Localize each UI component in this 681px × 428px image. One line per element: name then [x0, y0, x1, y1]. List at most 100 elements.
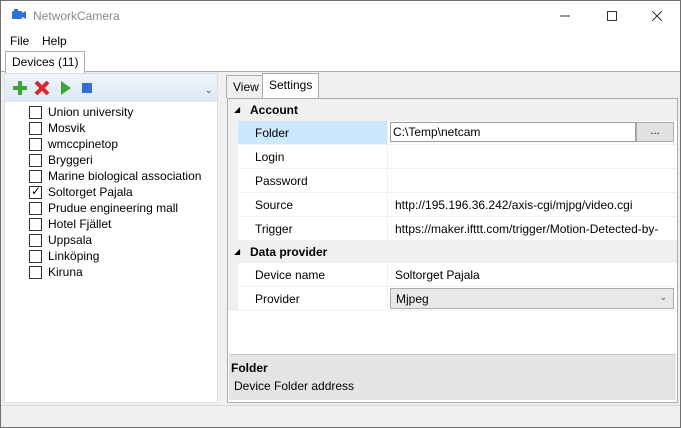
property-name[interactable]: Folder: [238, 121, 388, 144]
device-list: Union university Mosvik wmccpinetop Bryg…: [29, 104, 201, 280]
add-icon[interactable]: [12, 80, 28, 96]
property-name[interactable]: Password: [238, 169, 388, 192]
camera-icon: [12, 9, 26, 19]
list-item[interactable]: Linköping: [29, 248, 201, 264]
property-row-provider[interactable]: Provider Mjpeg ⌄: [228, 287, 677, 311]
property-name[interactable]: Provider: [238, 287, 388, 310]
list-item[interactable]: Uppsala: [29, 232, 201, 248]
device-checkbox[interactable]: [29, 217, 42, 231]
list-item[interactable]: Union university: [29, 104, 201, 120]
maximize-icon: [607, 11, 617, 21]
device-name-value[interactable]: Soltorget Pajala: [388, 263, 677, 286]
device-label: Union university: [48, 105, 134, 119]
device-label: Uppsala: [48, 233, 93, 247]
close-icon: [652, 11, 662, 21]
device-label: Hotel Fjället: [48, 217, 112, 231]
device-checkbox[interactable]: [29, 105, 42, 119]
list-item[interactable]: Kiruna: [29, 264, 201, 280]
source-value[interactable]: http://195.196.36.242/axis-cgi/mjpg/vide…: [388, 193, 677, 216]
chevron-down-icon: ⌄: [659, 292, 667, 302]
property-row-device-name[interactable]: Device name Soltorget Pajala: [228, 263, 677, 287]
description-title: Folder: [231, 361, 268, 375]
app-window: NetworkCamera File Help Devices (11) ⌄ U…: [0, 0, 681, 428]
tab-devices[interactable]: Devices (11): [5, 51, 86, 73]
maximize-button[interactable]: [589, 1, 635, 31]
device-checkbox[interactable]: [29, 137, 42, 151]
menu-bar: File Help: [1, 31, 680, 51]
list-item[interactable]: wmccpinetop: [29, 136, 201, 152]
folder-input[interactable]: C:\Temp\netcam: [390, 122, 636, 142]
window-title: NetworkCamera: [33, 9, 120, 23]
property-row-source[interactable]: Source http://195.196.36.242/axis-cgi/mj…: [228, 193, 677, 217]
close-button[interactable]: [634, 1, 680, 31]
description-pane: Folder Device Folder address: [229, 354, 676, 400]
device-panel: ⌄ Union university Mosvik wmccpinetop Br…: [4, 73, 218, 403]
inner-tab-strip: View Settings: [225, 73, 680, 98]
property-name[interactable]: Login: [238, 145, 388, 168]
list-item[interactable]: Soltorget Pajala: [29, 184, 201, 200]
row-gutter: [228, 263, 238, 286]
device-label: Soltorget Pajala: [48, 185, 133, 199]
property-value-cell: C:\Temp\netcam ...: [388, 121, 677, 144]
list-item[interactable]: Marine biological association: [29, 168, 201, 184]
device-label: wmccpinetop: [48, 137, 119, 151]
list-item[interactable]: Mosvik: [29, 120, 201, 136]
play-icon[interactable]: [57, 80, 73, 96]
collapse-arrow-icon[interactable]: ◢: [234, 247, 240, 256]
toolbar-overflow-icon[interactable]: ⌄: [205, 86, 213, 95]
property-name[interactable]: Trigger: [238, 217, 388, 240]
device-checkbox-checked[interactable]: [29, 184, 42, 199]
property-grid: ◢ Account Folder C:\Temp\netcam ... Logi…: [228, 99, 677, 311]
device-label: Prudue engineering mall: [48, 201, 179, 215]
minimize-icon: [560, 15, 570, 17]
device-checkbox[interactable]: [29, 201, 42, 215]
menu-help[interactable]: Help: [42, 34, 67, 48]
title-bar: NetworkCamera: [1, 1, 680, 31]
property-name[interactable]: Source: [238, 193, 388, 216]
property-row-login[interactable]: Login: [228, 145, 677, 169]
device-label: Linköping: [48, 249, 100, 263]
list-item[interactable]: Prudue engineering mall: [29, 200, 201, 216]
device-checkbox[interactable]: [29, 121, 42, 135]
category-label: Account: [250, 103, 298, 117]
device-checkbox[interactable]: [29, 233, 42, 247]
row-gutter: [228, 121, 238, 144]
property-value-cell: Mjpeg ⌄: [388, 287, 677, 310]
property-name[interactable]: Device name: [238, 263, 388, 286]
panel-splitter[interactable]: [219, 73, 225, 403]
device-label: Marine biological association: [48, 169, 202, 183]
property-row-folder[interactable]: Folder C:\Temp\netcam ...: [228, 121, 677, 145]
device-label: Bryggeri: [48, 153, 93, 167]
delete-icon[interactable]: [34, 80, 50, 96]
property-row-password[interactable]: Password: [228, 169, 677, 193]
device-label: Mosvik: [48, 121, 86, 135]
device-checkbox[interactable]: [29, 169, 42, 183]
trigger-value[interactable]: https://maker.ifttt.com/trigger/Motion-D…: [388, 217, 677, 240]
browse-button[interactable]: ...: [636, 122, 674, 142]
tab-view[interactable]: View: [226, 75, 266, 98]
outer-tab-strip: Devices (11): [1, 51, 680, 73]
collapse-arrow-icon[interactable]: ◢: [234, 105, 240, 114]
status-bar: [1, 405, 680, 427]
minimize-button[interactable]: [542, 1, 588, 31]
device-label: Kiruna: [48, 265, 83, 279]
device-checkbox[interactable]: [29, 153, 42, 167]
password-value[interactable]: [388, 169, 677, 192]
category-account[interactable]: ◢ Account: [228, 99, 677, 121]
list-item[interactable]: Hotel Fjället: [29, 216, 201, 232]
description-text: Device Folder address: [234, 379, 355, 393]
row-gutter: [228, 193, 238, 216]
login-value[interactable]: [388, 145, 677, 168]
row-gutter: [228, 169, 238, 192]
tab-settings[interactable]: Settings: [262, 73, 320, 98]
row-gutter: [228, 145, 238, 168]
property-row-trigger[interactable]: Trigger https://maker.ifttt.com/trigger/…: [228, 217, 677, 241]
menu-file[interactable]: File: [10, 34, 29, 48]
category-data-provider[interactable]: ◢ Data provider: [228, 241, 677, 263]
provider-select[interactable]: Mjpeg ⌄: [390, 288, 674, 309]
device-checkbox[interactable]: [29, 265, 42, 279]
device-checkbox[interactable]: [29, 249, 42, 263]
list-item[interactable]: Bryggeri: [29, 152, 201, 168]
device-toolbar: ⌄: [5, 74, 217, 102]
stop-icon[interactable]: [79, 80, 95, 96]
